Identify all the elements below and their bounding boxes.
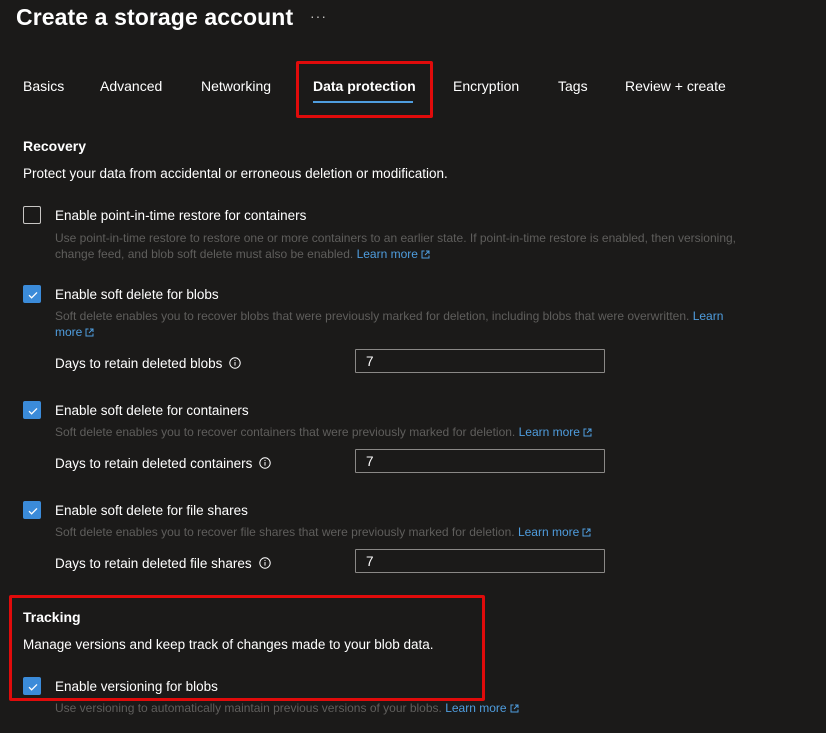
tab-networking[interactable]: Networking <box>201 78 271 94</box>
checkmark-icon <box>28 291 38 299</box>
more-options-button[interactable]: ··· <box>310 8 327 24</box>
external-link-icon <box>421 250 430 259</box>
point-in-time-restore-checkbox[interactable] <box>23 206 41 224</box>
days-retain-blobs-input[interactable] <box>355 349 605 373</box>
point-in-time-restore-help: Use point-in-time restore to restore one… <box>55 230 755 262</box>
soft-delete-file-shares-label: Enable soft delete for file shares <box>55 503 248 518</box>
external-link-icon <box>85 328 94 337</box>
soft-delete-containers-label: Enable soft delete for containers <box>55 403 249 418</box>
soft-delete-file-shares-checkbox[interactable] <box>23 501 41 519</box>
versioning-blobs-checkbox[interactable] <box>23 677 41 695</box>
soft-delete-containers-help-text: Soft delete enables you to recover conta… <box>55 425 516 439</box>
tab-encryption[interactable]: Encryption <box>453 78 519 94</box>
soft-delete-containers-checkbox[interactable] <box>23 401 41 419</box>
soft-delete-blobs-label: Enable soft delete for blobs <box>55 287 219 302</box>
tab-basics[interactable]: Basics <box>23 78 64 94</box>
external-link-icon <box>510 704 519 713</box>
soft-delete-containers-help: Soft delete enables you to recover conta… <box>55 424 755 440</box>
tab-tags[interactable]: Tags <box>558 78 588 94</box>
soft-delete-blobs-help: Soft delete enables you to recover blobs… <box>55 308 745 340</box>
tab-advanced[interactable]: Advanced <box>100 78 162 94</box>
point-in-time-restore-learn-more-link[interactable]: Learn more <box>357 247 430 261</box>
days-retain-file-shares-label: Days to retain deleted file shares <box>55 556 271 571</box>
days-retain-containers-label: Days to retain deleted containers <box>55 456 272 471</box>
checkmark-icon <box>28 507 38 515</box>
checkmark-icon <box>28 407 38 415</box>
versioning-blobs-label: Enable versioning for blobs <box>55 679 218 694</box>
info-icon[interactable] <box>229 357 242 369</box>
page-title: Create a storage account <box>16 4 294 30</box>
days-retain-file-shares-input[interactable] <box>355 549 605 573</box>
soft-delete-file-shares-help-text: Soft delete enables you to recover file … <box>55 525 515 539</box>
soft-delete-file-shares-help: Soft delete enables you to recover file … <box>55 524 755 540</box>
active-tab-indicator <box>313 101 413 103</box>
external-link-icon <box>582 528 591 537</box>
info-icon[interactable] <box>259 457 272 469</box>
tab-review-create[interactable]: Review + create <box>625 78 726 94</box>
tab-data-protection[interactable]: Data protection <box>313 78 416 94</box>
days-retain-blobs-label: Days to retain deleted blobs <box>55 356 242 371</box>
soft-delete-file-shares-learn-more-link[interactable]: Learn more <box>518 525 591 539</box>
soft-delete-containers-learn-more-link[interactable]: Learn more <box>519 425 592 439</box>
versioning-blobs-help-text: Use versioning to automatically maintain… <box>55 701 442 715</box>
tracking-section-title: Tracking <box>23 609 81 625</box>
soft-delete-blobs-checkbox[interactable] <box>23 285 41 303</box>
info-icon[interactable] <box>258 557 271 569</box>
days-retain-containers-input[interactable] <box>355 449 605 473</box>
tab-bar: Basics Advanced Networking Data protecti… <box>0 76 826 106</box>
soft-delete-blobs-help-text: Soft delete enables you to recover blobs… <box>55 309 690 323</box>
versioning-blobs-learn-more-link[interactable]: Learn more <box>445 701 519 715</box>
recovery-section-title: Recovery <box>23 138 87 154</box>
recovery-section-description: Protect your data from accidental or err… <box>23 166 448 181</box>
external-link-icon <box>583 428 592 437</box>
checkmark-icon <box>28 683 38 691</box>
tracking-section-description: Manage versions and keep track of change… <box>23 637 434 652</box>
point-in-time-restore-label: Enable point-in-time restore for contain… <box>55 208 307 223</box>
versioning-blobs-help: Use versioning to automatically maintain… <box>55 700 755 716</box>
